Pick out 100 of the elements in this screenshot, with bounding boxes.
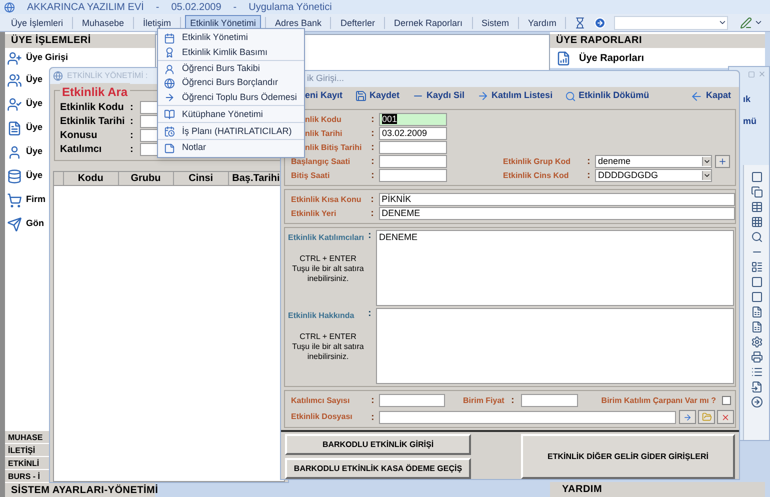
table-icon[interactable] <box>750 201 762 213</box>
toolbar-button[interactable]: eni Kayıt <box>305 89 343 103</box>
section-header[interactable]: SİSTEM AYARLARI-YÖNETİMİ <box>5 482 155 497</box>
add-button[interactable] <box>715 155 730 168</box>
panel-item[interactable]: Üye <box>26 169 43 183</box>
square-icon[interactable] <box>750 291 762 303</box>
arrow-icon <box>164 92 175 103</box>
copy-icon[interactable] <box>750 186 762 198</box>
toolbar-button[interactable]: Kaydı Sil <box>412 89 465 103</box>
menu-item[interactable]: Defterler <box>335 14 380 30</box>
user-check-icon[interactable] <box>7 96 22 112</box>
arrow-icon <box>476 90 489 102</box>
checkbox[interactable] <box>722 396 731 405</box>
gear-icon[interactable] <box>750 336 762 348</box>
field-label: nlik Bitiş Tarihi <box>305 142 363 154</box>
text-area[interactable] <box>376 308 734 384</box>
input-field[interactable]: 001 <box>379 113 447 126</box>
report-icon[interactable] <box>556 50 571 66</box>
text-area[interactable]: DENEME <box>376 230 734 306</box>
file-import-icon[interactable] <box>750 381 762 393</box>
note-icon <box>164 142 175 154</box>
toolbar-button[interactable]: Etkinlik Dökümü <box>564 89 650 103</box>
input-field[interactable] <box>379 155 447 168</box>
hourglass-icon[interactable] <box>574 16 586 28</box>
spreadsheet-icon[interactable] <box>750 306 762 318</box>
menu-item[interactable]: Sistem <box>476 14 514 30</box>
grid-icon[interactable] <box>750 216 762 228</box>
title-text: - <box>233 0 237 14</box>
database-icon[interactable] <box>7 168 22 184</box>
dropdown-field[interactable]: deneme <box>595 155 712 168</box>
input-field[interactable] <box>521 394 578 407</box>
close-button[interactable]: Kapat <box>690 89 731 103</box>
colon: : <box>371 155 376 169</box>
action-button[interactable]: BARKODLU ETKİNLİK GİRİŞİ <box>285 434 471 455</box>
toolbar-button[interactable]: Kaydet <box>354 89 400 103</box>
input-field[interactable]: 03.02.2009 <box>379 127 447 140</box>
field-label: Etkinlik Cins Kod <box>503 170 570 182</box>
action-button[interactable]: ETKİNLİK DİĞER GELİR GİDER GİRİŞLERİ <box>521 434 735 479</box>
colon: : <box>587 155 592 169</box>
panel-item[interactable]: Üye <box>26 97 43 111</box>
arrow-circle-icon[interactable] <box>594 16 606 28</box>
user-plus-icon[interactable] <box>7 50 22 66</box>
document-icon[interactable] <box>7 120 22 136</box>
window-title: ik Girişi... <box>307 72 344 86</box>
ribbon-icon <box>164 47 175 58</box>
user-icon[interactable] <box>7 144 22 160</box>
square-icon[interactable] <box>750 276 762 288</box>
menu-item[interactable]: İş Planı (HATIRLATICILAR) <box>158 124 304 140</box>
panel-header: ÜYE İŞLEMLERİ <box>5 34 155 48</box>
spreadsheet-icon[interactable] <box>750 321 762 333</box>
clear-button[interactable] <box>717 410 734 424</box>
toolbar-button[interactable]: Katılım Listesi <box>476 89 553 103</box>
colon: : <box>130 143 134 157</box>
users-icon[interactable] <box>7 72 22 88</box>
menu-item[interactable]: İletişim <box>138 14 176 30</box>
menu-item[interactable]: Yardım <box>523 14 562 30</box>
open-folder-button[interactable] <box>698 410 715 424</box>
menu-item[interactable]: Öğrenci Burs Borçlandır <box>158 76 304 90</box>
column-header[interactable]: Grubu <box>118 172 174 185</box>
panel-item[interactable]: Firm <box>26 193 46 207</box>
input-field[interactable] <box>379 141 447 154</box>
print-icon[interactable] <box>750 351 762 363</box>
cart-icon[interactable] <box>7 192 22 208</box>
menu-item[interactable]: Üye İşlemleri <box>6 14 68 30</box>
panel-item[interactable]: Üye <box>26 73 43 87</box>
panel-item[interactable]: Gön <box>26 217 44 231</box>
input-field[interactable] <box>379 410 676 424</box>
column-header[interactable]: Cinsi <box>174 172 229 185</box>
panel-item[interactable]: Üye <box>26 145 43 159</box>
menu-item[interactable]: Etkinlik Yönetimi <box>158 31 304 45</box>
search-icon <box>564 90 576 102</box>
search-icon[interactable] <box>750 231 762 243</box>
input-field[interactable]: DENEME <box>378 207 736 220</box>
menu-item[interactable]: Öğrenci Toplu Burs Ödemesi <box>158 90 304 106</box>
colon: : <box>587 169 592 183</box>
send-icon[interactable] <box>7 216 22 232</box>
dropdown-field[interactable]: DDDDGDGDG <box>595 169 712 182</box>
app-logo-icon <box>4 2 15 12</box>
list-icon[interactable] <box>750 261 762 273</box>
colon: : <box>368 308 372 321</box>
panel-item[interactable]: Üye Girişi <box>26 51 68 65</box>
menu-item[interactable]: Adres Bank <box>270 14 326 30</box>
panel-header[interactable]: YARDIM <box>550 482 765 497</box>
input-field[interactable] <box>379 394 445 407</box>
field-label: Etkinlik Tarihi <box>60 115 126 129</box>
menu-item[interactable]: Dernek Raporları <box>388 14 468 30</box>
menu-item[interactable]: Muhasebe <box>77 14 130 30</box>
panel-item[interactable]: Üye <box>26 121 43 135</box>
input-field[interactable]: PİKNİK <box>378 193 736 206</box>
menu-item[interactable]: Etkinlik Kimlik Basımı <box>158 45 304 61</box>
input-field[interactable] <box>379 169 447 182</box>
panel-item[interactable]: Üye Raporları <box>579 50 644 66</box>
menu-item[interactable]: Kütüphane Yönetimi <box>158 107 304 123</box>
menu-item[interactable]: Öğrenci Burs Takibi <box>158 62 304 76</box>
pen-icon[interactable] <box>740 16 752 28</box>
menu-item[interactable]: Notlar <box>158 141 304 155</box>
column-header[interactable]: Kodu <box>64 172 119 185</box>
go-button[interactable] <box>679 410 696 424</box>
colon: : <box>130 115 134 129</box>
action-button[interactable]: BARKODLU ETKİNLİK KASA ÖDEME GEÇİŞ <box>285 458 471 479</box>
